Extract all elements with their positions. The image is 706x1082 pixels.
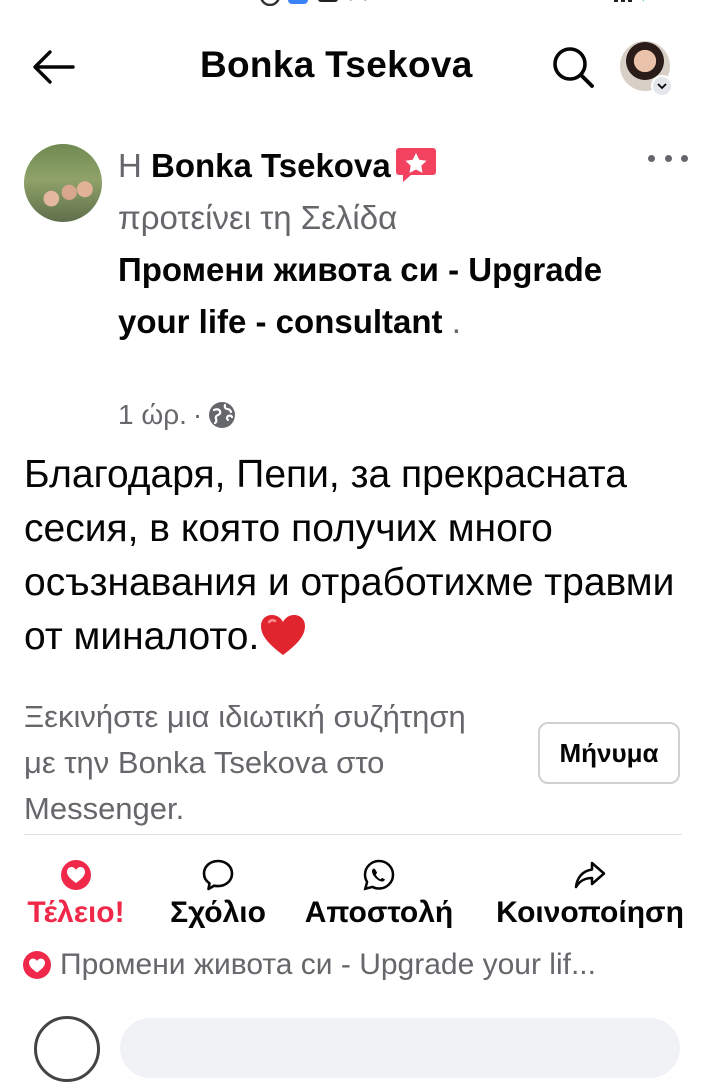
status-notification-icons: [260, 0, 366, 6]
post-meta: 1 ώρ. ·: [118, 395, 236, 435]
top-bar: Bonka Tsekova: [0, 24, 706, 110]
more-dot: [664, 154, 672, 162]
search-icon: [553, 47, 594, 88]
arrow-left-icon: [33, 50, 75, 84]
reaction-summary-text: Промени живота си - Upgrade your lif...: [60, 948, 596, 981]
attribution-end: .: [451, 303, 461, 340]
more-options-button[interactable]: [648, 146, 688, 170]
commenter-avatar: [34, 1016, 100, 1082]
share-icon: [574, 861, 606, 889]
more-dot: [648, 154, 655, 162]
comment-composer: [0, 1012, 706, 1082]
author-name-link[interactable]: Bonka Tsekova: [151, 147, 391, 184]
divider: [24, 834, 682, 835]
chevron-down-icon: [651, 75, 673, 97]
comment-button[interactable]: Σχόλιο: [160, 858, 276, 930]
post-body: Благодаря, Пепи, за прекрасната сесия, в…: [24, 448, 694, 664]
messenger-prompt: Ξεκινήστε μια ιδιωτική συζήτηση με την B…: [24, 699, 466, 826]
comment-input[interactable]: [120, 1018, 680, 1078]
love-reaction-icon: [61, 860, 91, 890]
page-title: Bonka Tsekova: [200, 44, 473, 85]
message-button[interactable]: Μήνυμα: [538, 722, 680, 784]
author-avatar[interactable]: [24, 144, 102, 222]
action-label: Κοινοποίηση: [496, 896, 684, 929]
action-label: Σχόλιο: [170, 896, 266, 929]
more-dot: [681, 154, 688, 162]
meta-separator: ·: [192, 399, 203, 430]
search-button[interactable]: [548, 42, 598, 92]
post-timestamp[interactable]: 1 ώρ.: [118, 399, 187, 431]
action-label: Αποστολή: [304, 896, 454, 929]
globe-icon: [209, 402, 236, 428]
signal-icon: [614, 0, 644, 2]
post-action-bar: Τέλειο! Σχόλιο Αποστολή Κοινοποίηση: [0, 858, 706, 938]
recommendation-badge-icon: [395, 148, 436, 183]
red-heart-icon: [261, 614, 306, 655]
comment-icon: [202, 859, 234, 891]
action-label: Τέλειο!: [27, 896, 125, 929]
reaction-summary[interactable]: Промени живота си - Upgrade your lif...: [22, 948, 702, 982]
send-whatsapp-button[interactable]: Αποστολή: [298, 858, 460, 930]
back-button[interactable]: [30, 44, 76, 90]
post-text: Благодаря, Пепи, за прекрасната сесия, в…: [24, 453, 675, 658]
status-bar: [0, 0, 706, 14]
whatsapp-icon: [363, 859, 395, 891]
love-reaction-button[interactable]: Τέλειο!: [14, 858, 138, 930]
love-reaction-icon: [23, 951, 51, 979]
attribution-article: Η: [118, 147, 142, 184]
share-button[interactable]: Κοινοποίηση: [488, 858, 692, 930]
post-attribution: Η Bonka Tsekova προτείνει τη Σελίδα Пром…: [118, 140, 638, 348]
recommended-page-link[interactable]: Промени живота си - Upgrade your life - …: [118, 251, 602, 340]
attribution-verb: προτείνει τη Σελίδα: [118, 199, 398, 236]
